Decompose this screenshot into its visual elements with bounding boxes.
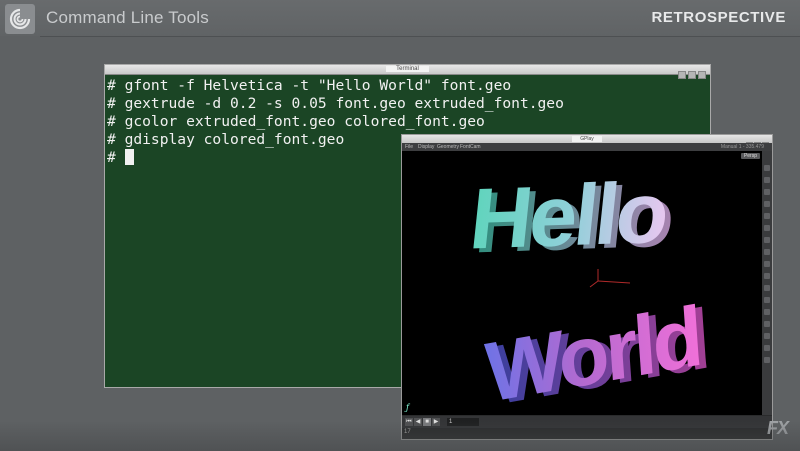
gplay-title: GPlay — [572, 136, 602, 142]
minimize-icon[interactable] — [678, 71, 686, 79]
axis-gnomon-icon: ƒ — [406, 403, 409, 412]
view-persp-button[interactable]: Persp — [740, 153, 760, 159]
gplay-window[interactable]: GPlay File Display Geometry FontCam Manu… — [401, 134, 773, 440]
terminal-line: # gfont -f Helvetica -t "Hello World" fo… — [107, 77, 512, 94]
viewport-toolbar — [762, 151, 772, 415]
maximize-icon[interactable] — [688, 71, 696, 79]
toolbar-button[interactable] — [764, 177, 770, 183]
terminal-prompt: # — [107, 149, 125, 166]
toolbar-button[interactable] — [764, 213, 770, 219]
toolbar-button[interactable] — [764, 357, 770, 363]
close-icon[interactable] — [698, 71, 706, 79]
menu-fontcam[interactable]: FontCam — [460, 143, 481, 151]
toolbar-button[interactable] — [764, 345, 770, 351]
toolbar-button[interactable] — [764, 285, 770, 291]
menu-geometry[interactable]: Geometry — [437, 143, 459, 151]
toolbar-button[interactable] — [764, 273, 770, 279]
menu-display[interactable]: Display — [418, 143, 434, 151]
3d-viewport[interactable]: Persp Hello Hello World World ƒ — [402, 151, 762, 423]
terminal-title: Terminal — [386, 66, 429, 72]
toolbar-button[interactable] — [764, 321, 770, 327]
gplay-titlebar[interactable]: GPlay — [402, 135, 772, 149]
toolbar-button[interactable] — [764, 237, 770, 243]
houdini-logo-icon — [5, 4, 35, 34]
toolbar-button[interactable] — [764, 225, 770, 231]
toolbar-button[interactable] — [764, 165, 770, 171]
toolbar-button[interactable] — [764, 249, 770, 255]
terminal-line: # gcolor extruded_font.geo colored_font.… — [107, 113, 485, 130]
world-text: World — [483, 289, 703, 415]
header-divider — [40, 36, 800, 37]
slide-title: Command Line Tools — [46, 8, 209, 27]
axis-line — [597, 280, 631, 284]
toolbar-button[interactable] — [764, 333, 770, 339]
toolbar-button[interactable] — [764, 297, 770, 303]
menu-file[interactable]: File — [405, 143, 413, 151]
hello-text: Hello — [466, 165, 671, 268]
rendered-text-scene: Hello Hello World World — [466, 165, 710, 423]
terminal-line: # gextrude -d 0.2 -s 0.05 font.geo extru… — [107, 95, 564, 112]
toolbar-button[interactable] — [764, 189, 770, 195]
axis-line — [589, 280, 599, 288]
gplay-menubar: File Display Geometry FontCam Manual 1 -… — [402, 143, 772, 151]
camera-readout: Manual 1 - 335.479 — [720, 144, 764, 150]
toolbar-button[interactable] — [764, 261, 770, 267]
slide-section-tag: RETROSPECTIVE — [651, 9, 786, 26]
text-cursor — [124, 149, 134, 165]
toolbar-button[interactable] — [764, 309, 770, 315]
slide-header: Command Line Tools RETROSPECTIVE — [0, 0, 800, 36]
toolbar-button[interactable] — [764, 201, 770, 207]
terminal-titlebar[interactable]: Terminal — [105, 65, 710, 79]
bottom-shade — [0, 421, 800, 451]
